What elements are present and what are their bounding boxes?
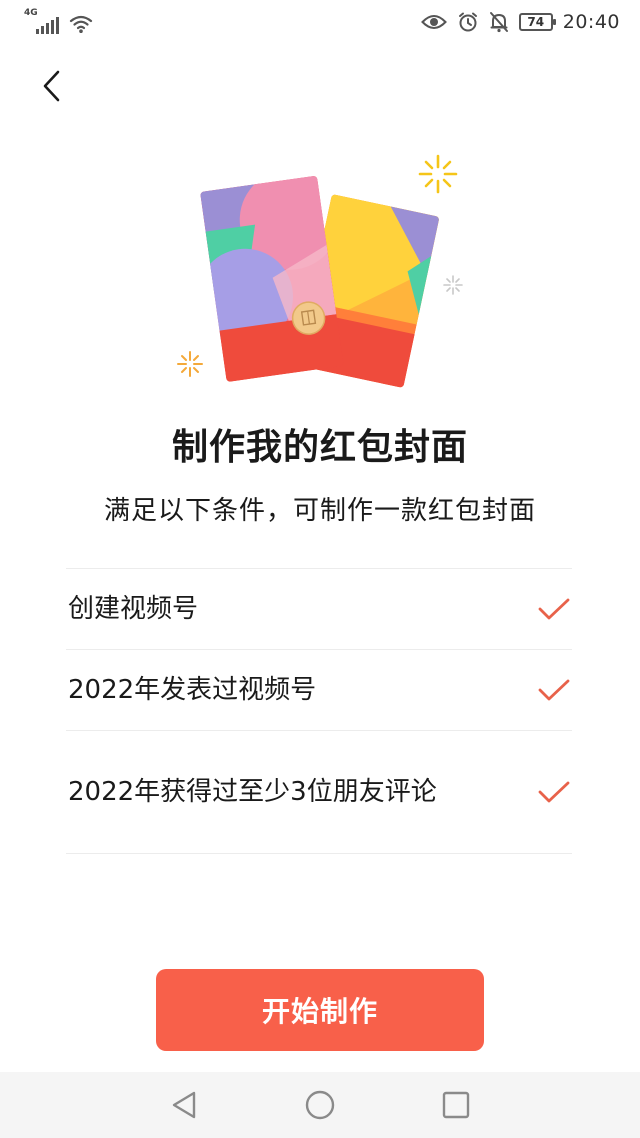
mute-notification-icon — [489, 12, 508, 33]
condition-item: 2022年发表过视频号 — [66, 650, 572, 731]
triangle-back-icon — [172, 1091, 196, 1119]
start-making-button[interactable]: 开始制作 — [156, 969, 484, 1051]
back-button[interactable] — [30, 64, 74, 108]
page-subtitle: 满足以下条件，可制作一款红包封面 — [103, 496, 536, 526]
condition-item: 创建视频号 — [66, 569, 572, 650]
nav-home-button[interactable] — [302, 1087, 338, 1123]
battery-level: 74 — [527, 15, 545, 29]
status-right: 74 20:40 — [420, 9, 620, 35]
page-title: 制作我的红包封面 — [171, 427, 468, 468]
signal-strength-icon — [36, 16, 59, 34]
battery-icon: 74 — [518, 13, 556, 31]
status-left: 4G — [24, 8, 93, 34]
conditions-list: 创建视频号 2022年发表过视频号 2022年获得过至少3位朋友评论 — [66, 568, 572, 854]
nav-recent-button[interactable] — [438, 1087, 474, 1123]
wifi-icon — [69, 15, 93, 33]
status-bar: 4G 74 20:40 — [0, 0, 640, 44]
checkmark-icon — [538, 781, 570, 803]
sparkle-left-icon — [177, 351, 203, 377]
chevron-left-icon — [43, 70, 60, 102]
alarm-icon — [458, 12, 477, 32]
square-recent-icon — [442, 1091, 470, 1119]
sparkle-large-icon — [418, 154, 458, 194]
circle-home-icon — [305, 1090, 335, 1120]
eye-icon — [420, 15, 447, 29]
condition-label: 2022年获得过至少3位朋友评论 — [68, 777, 437, 807]
sparkle-small-icon — [443, 275, 463, 295]
red-packet-cover-illustration — [177, 154, 463, 389]
condition-item: 2022年获得过至少3位朋友评论 — [66, 731, 572, 854]
clock: 20:40 — [562, 11, 620, 33]
checkmark-icon — [538, 679, 570, 701]
network-type-label: 4G — [24, 8, 38, 18]
nav-back-button[interactable] — [166, 1087, 202, 1123]
system-nav-bar — [0, 1072, 640, 1138]
checkmark-icon — [538, 598, 570, 620]
condition-label: 创建视频号 — [68, 594, 199, 624]
condition-label: 2022年发表过视频号 — [68, 675, 317, 705]
